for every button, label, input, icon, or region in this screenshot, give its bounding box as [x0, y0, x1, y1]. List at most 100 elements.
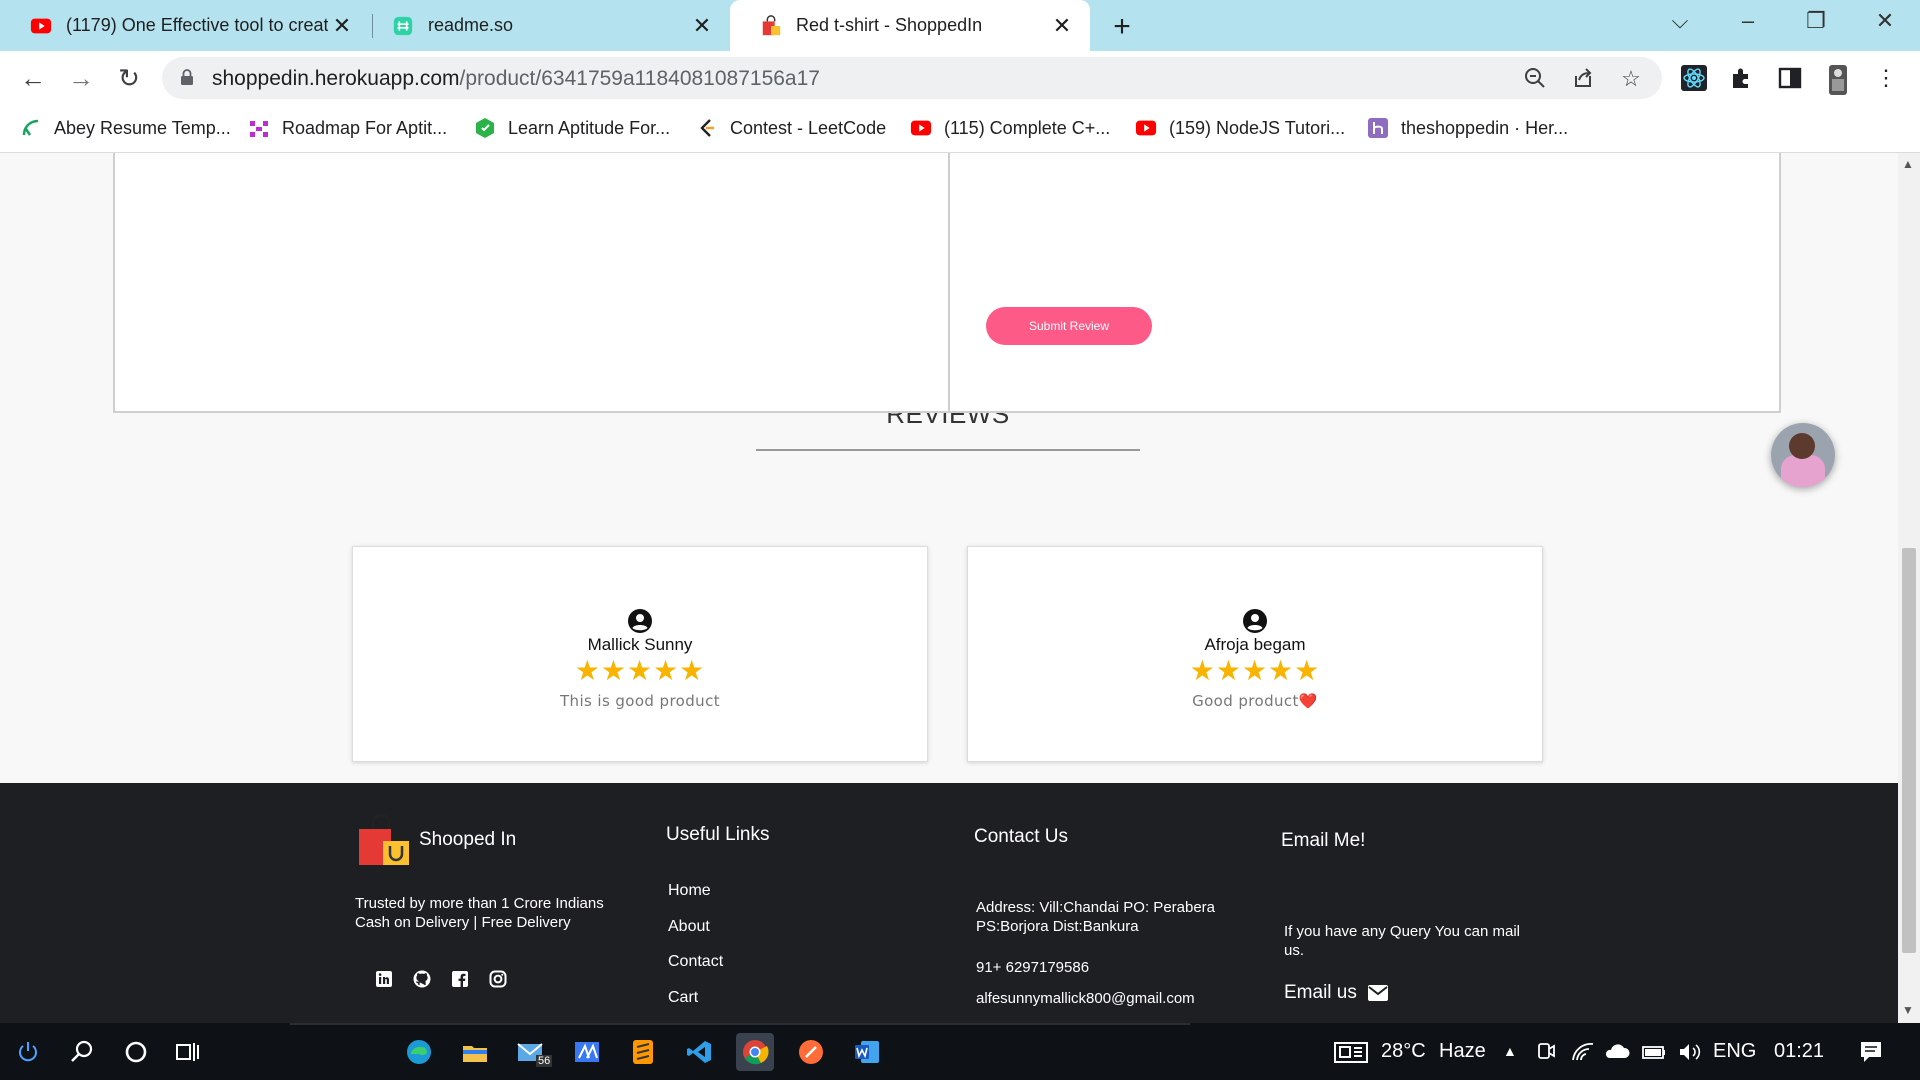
browser-toolbar: ← → ↻ shoppedin.herokuapp.com/product/63… [0, 51, 1920, 105]
postman-app[interactable] [792, 1033, 830, 1071]
postman-icon [799, 1040, 823, 1064]
browser-menu-icon[interactable]: ⋮ [1873, 65, 1899, 91]
back-button[interactable]: ← [18, 63, 48, 93]
bookmark-item[interactable]: Abey Resume Temp... [20, 115, 231, 141]
show-hidden-icons-chevron-icon[interactable]: ▲ [1503, 1043, 1517, 1059]
tab-youtube[interactable]: (1179) One Effective tool to creat ✕ [0, 0, 370, 51]
scroll-down-arrow-icon[interactable]: ▼ [1902, 1003, 1914, 1017]
word-app[interactable] [848, 1033, 886, 1071]
tab-title: (1179) One Effective tool to creat [66, 15, 328, 35]
clock[interactable]: 01:21 [1774, 1040, 1824, 1063]
power-icon[interactable] [14, 1038, 42, 1066]
instagram-icon[interactable] [489, 970, 507, 988]
bookmark-item[interactable]: Learn Aptitude For... [474, 115, 670, 141]
url-host: shoppedin.herokuapp.com [212, 67, 460, 90]
news-widget-icon[interactable] [1333, 1038, 1369, 1066]
tab-search-chevron-icon[interactable]: ⌵ [1665, 8, 1695, 34]
weather-text[interactable]: Haze [1439, 1040, 1486, 1063]
review-card: Mallick Sunny ★★★★★ This is good product [352, 546, 928, 762]
tab-shoppedin[interactable]: Red t-shirt - ShoppedIn ✕ [730, 0, 1090, 51]
close-tab-icon[interactable]: ✕ [1048, 13, 1076, 39]
bookmarks-bar: Abey Resume Temp... Roadmap For Aptit...… [0, 105, 1920, 153]
folder-icon [463, 1046, 487, 1062]
edge-app[interactable] [400, 1033, 438, 1071]
minimize-icon[interactable]: – [1733, 8, 1763, 34]
bookmark-item[interactable]: (159) NodeJS Tutori... [1135, 115, 1345, 141]
mail-app[interactable]: 56 [512, 1033, 553, 1071]
azure-app[interactable] [568, 1033, 606, 1071]
reload-button[interactable]: ↻ [114, 63, 144, 93]
footer-brand[interactable]: Shooped In [357, 813, 516, 867]
zoom-icon[interactable] [1522, 66, 1548, 92]
close-tab-icon[interactable]: ✕ [688, 13, 716, 39]
avatar-figure [1781, 455, 1825, 487]
cortana-icon[interactable] [122, 1038, 150, 1066]
react-devtools-icon[interactable] [1681, 65, 1707, 91]
bookmark-item[interactable]: theshoppedin · Her... [1367, 115, 1568, 141]
contact-email[interactable]: alfesunnymallick800@gmail.com [976, 989, 1195, 1008]
facebook-icon[interactable] [451, 970, 469, 988]
shopping-bag-logo-icon [359, 813, 409, 865]
address-bar[interactable]: shoppedin.herokuapp.com/product/6341759a… [162, 57, 1662, 99]
footer-link-about[interactable]: About [668, 918, 710, 936]
email-us-button[interactable]: Email us [1284, 982, 1389, 1004]
new-tab-button[interactable]: + [1106, 10, 1138, 44]
tab-readme[interactable]: readme.so ✕ [362, 0, 730, 51]
page-viewport: Submit Review REVIEWS Mallick Sunny ★★★★… [0, 153, 1898, 1023]
bookmark-label: Abey Resume Temp... [54, 117, 231, 138]
linkedin-icon[interactable] [375, 970, 393, 988]
search-icon[interactable] [68, 1038, 96, 1066]
bookmark-item[interactable]: Contest - LeetCode [696, 115, 886, 141]
submit-review-button[interactable]: Submit Review [986, 307, 1152, 345]
extensions-puzzle-icon[interactable] [1729, 65, 1755, 91]
footer-link-contact[interactable]: Contact [668, 953, 723, 971]
file-explorer-app[interactable] [456, 1033, 494, 1071]
volume-icon[interactable] [1676, 1038, 1704, 1066]
url-text[interactable]: shoppedin.herokuapp.com/product/6341759a… [212, 67, 820, 91]
bookmark-item[interactable]: (115) Complete C+... [910, 115, 1110, 141]
bookmark-item[interactable]: Roadmap For Aptit... [248, 115, 447, 141]
github-icon[interactable] [413, 970, 431, 988]
useful-links-heading: Useful Links [666, 824, 770, 845]
notifications-icon[interactable] [1857, 1038, 1885, 1066]
wifi-icon[interactable] [1570, 1038, 1596, 1066]
reviewer-name: Afroja begam [1204, 635, 1306, 654]
task-view-icon[interactable] [174, 1038, 202, 1066]
bookmark-label: Contest - LeetCode [730, 117, 887, 138]
language-indicator[interactable]: ENG [1713, 1040, 1756, 1063]
forward-button[interactable]: → [66, 63, 96, 93]
windows-taskbar: 56 28°C Haze ▲ ENG 01:21 [0, 1023, 1920, 1080]
review-card: Afroja begam ★★★★★ Good product❤️ [967, 546, 1543, 762]
reviewer-name: Mallick Sunny [587, 635, 693, 654]
aptitude-icon [476, 118, 494, 138]
chat-avatar-button[interactable] [1771, 423, 1835, 487]
battery-icon[interactable] [1640, 1038, 1668, 1066]
side-panel-icon[interactable] [1777, 65, 1803, 91]
restore-icon[interactable]: ❐ [1801, 8, 1831, 34]
contact-address: PS:Borjora Dist:Bankura [976, 918, 1139, 935]
scroll-up-arrow-icon[interactable]: ▲ [1902, 157, 1914, 171]
bookmark-label: Learn Aptitude For... [508, 117, 671, 138]
footer-link-home[interactable]: Home [668, 882, 711, 900]
footer-tagline: Trusted by more than 1 Crore Indians [355, 895, 604, 912]
close-window-icon[interactable]: ✕ [1870, 8, 1900, 34]
page-scrollbar[interactable]: ▲ ▼ [1898, 153, 1920, 1023]
close-tab-icon[interactable]: ✕ [328, 13, 356, 39]
vscode-app[interactable] [680, 1033, 718, 1071]
email-us-label: Email us [1284, 982, 1357, 1003]
star-rating: ★★★★★ [574, 655, 706, 686]
chrome-app[interactable] [736, 1033, 774, 1071]
profile-avatar[interactable] [1825, 65, 1851, 95]
share-icon[interactable] [1570, 66, 1596, 92]
onedrive-icon[interactable] [1603, 1038, 1631, 1066]
readme-icon [393, 16, 413, 35]
youtube-icon [910, 120, 932, 136]
meet-now-icon[interactable] [1535, 1038, 1557, 1066]
envelope-icon [1367, 985, 1388, 1001]
bookmark-star-icon[interactable]: ☆ [1618, 66, 1644, 92]
scrollbar-thumb[interactable] [1902, 548, 1916, 953]
youtube-icon [1135, 120, 1157, 136]
temperature-text[interactable]: 28°C [1381, 1040, 1426, 1063]
footer-link-cart[interactable]: Cart [668, 989, 698, 1007]
sublime-app[interactable] [624, 1033, 662, 1071]
